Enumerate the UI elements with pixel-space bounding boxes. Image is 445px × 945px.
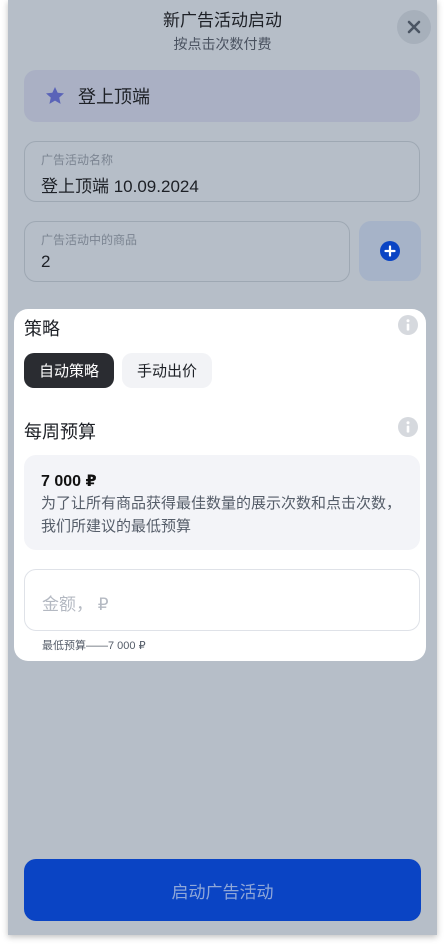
promo-type-card[interactable]: 登上顶端 — [24, 70, 420, 122]
recommended-budget-amount: 7 000 ₽ — [41, 473, 97, 490]
strategy-budget-panel: 策略 自动策略 手动出价 每周预算 7 000 ₽ 为了让所有商品获得最佳数量的… — [14, 309, 426, 661]
campaign-name-field[interactable]: 广告活动名称 登上顶端 10.09.2024 — [24, 141, 420, 202]
min-budget-hint: 最低预算——7 000 ₽ — [42, 640, 146, 652]
plus-circle-icon — [380, 241, 400, 261]
strategy-manual-chip[interactable]: 手动出价 — [122, 353, 212, 388]
weekly-budget-title: 每周预算 — [24, 422, 96, 442]
products-field[interactable]: 广告活动中的商品 2 — [24, 221, 350, 282]
page-subtitle: 按点击次数付费 — [173, 36, 272, 52]
budget-amount-placeholder: 金额， ₽ — [42, 595, 109, 614]
promo-type-label: 登上顶端 — [78, 87, 150, 107]
campaign-name-label: 广告活动名称 — [41, 153, 114, 167]
star-icon — [46, 87, 64, 104]
recommended-budget-card[interactable]: 7 000 ₽ 为了让所有商品获得最佳数量的展示次数和点击次数，我们所建议的最低… — [24, 455, 420, 550]
recommended-budget-description: 为了让所有商品获得最佳数量的展示次数和点击次数，我们所建议的最低预算 — [41, 495, 402, 535]
close-button[interactable] — [397, 10, 431, 44]
info-icon[interactable] — [398, 315, 418, 335]
app-frame: 新广告活动启动 按点击次数付费 登上顶端 广告活动名称 登上顶端 10.09.2… — [8, 0, 437, 935]
strategy-auto-chip[interactable]: 自动策略 — [24, 353, 114, 388]
products-value: 2 — [41, 252, 51, 271]
launch-campaign-button[interactable]: 启动广告活动 — [24, 859, 421, 921]
products-label: 广告活动中的商品 — [41, 233, 138, 247]
campaign-name-value: 登上顶端 10.09.2024 — [41, 177, 199, 196]
launch-campaign-label: 启动广告活动 — [171, 882, 274, 902]
strategy-title: 策略 — [24, 319, 60, 339]
page-title: 新广告活动启动 — [163, 11, 282, 30]
budget-amount-input[interactable]: 金额， ₽ — [24, 569, 420, 631]
add-products-button[interactable] — [359, 221, 421, 281]
close-icon — [407, 20, 421, 34]
info-icon[interactable] — [398, 417, 418, 437]
